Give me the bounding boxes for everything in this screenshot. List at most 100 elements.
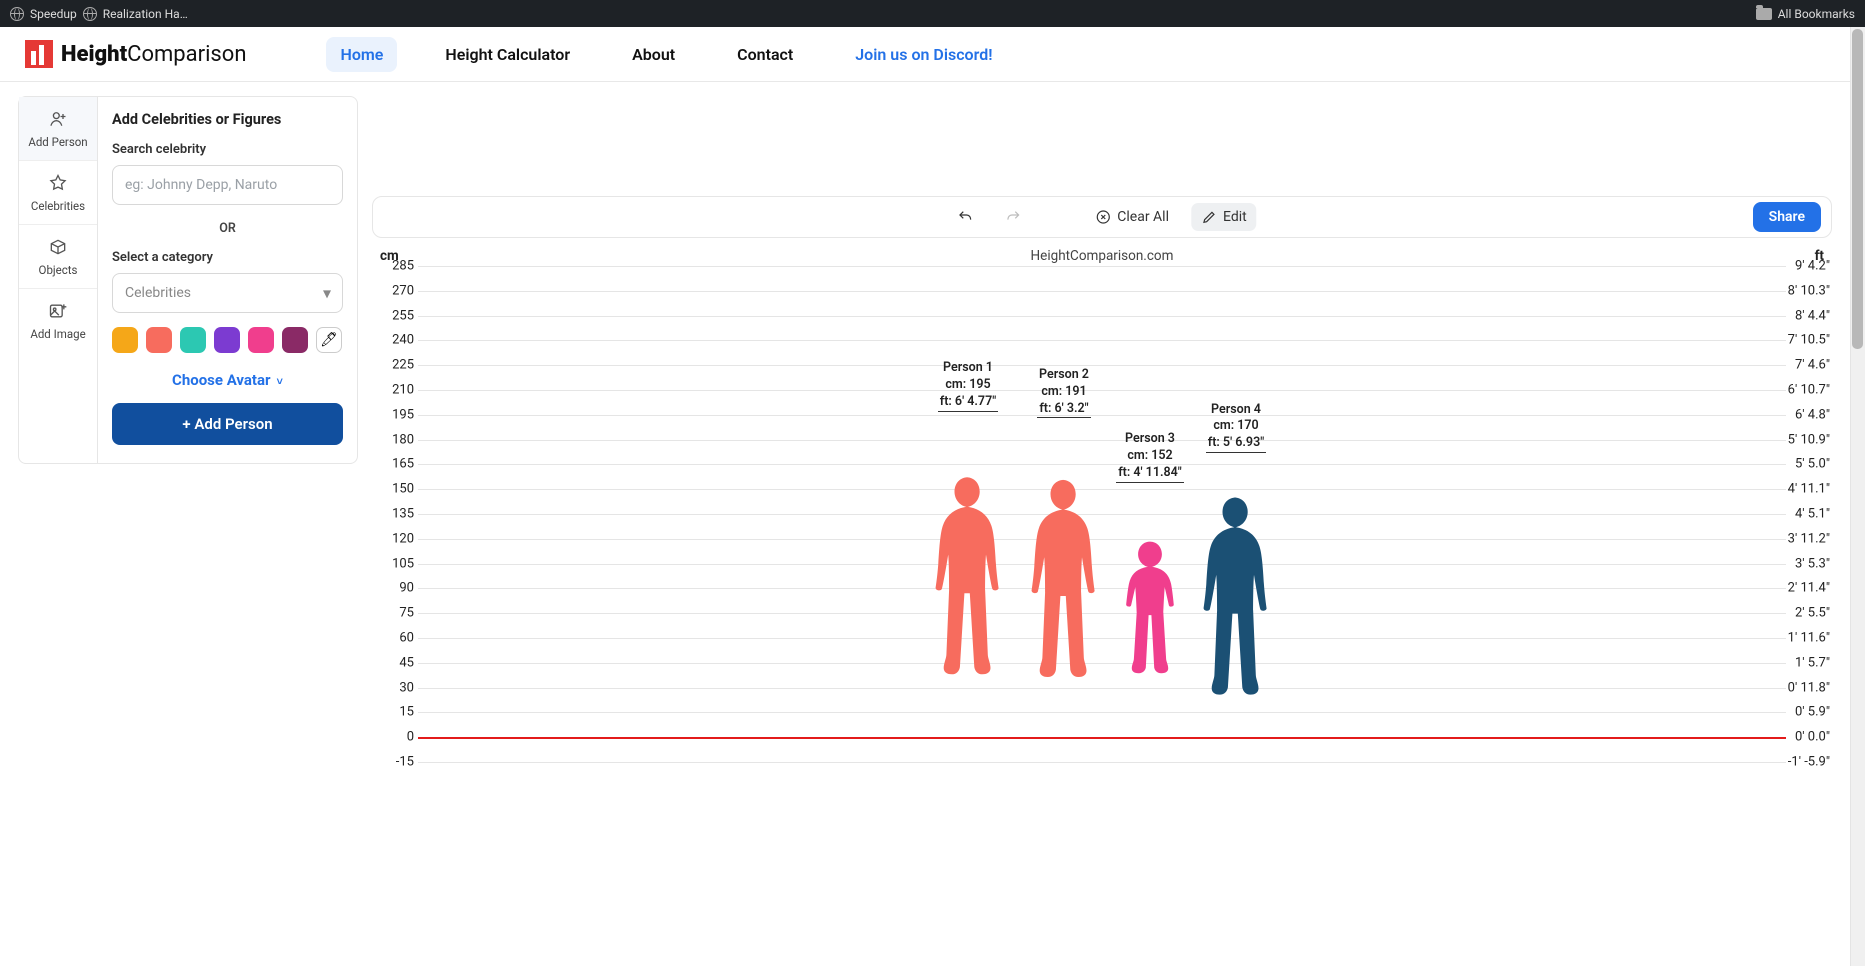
search-label: Search celebrity (112, 142, 343, 157)
clear-icon (1095, 209, 1111, 225)
chevron-down-icon: ˅ (277, 375, 283, 388)
nav-about[interactable]: About (618, 37, 689, 72)
tick-cm: 255 (378, 308, 414, 323)
bookmark-realization[interactable]: Realization Ha… (83, 7, 188, 21)
tick-cm: 225 (378, 358, 414, 373)
nav-contact[interactable]: Contact (723, 37, 807, 72)
baseline (418, 737, 1786, 739)
tick-ft: 9' 4.2" (1786, 259, 1830, 274)
tick-cm: 15 (378, 705, 414, 720)
all-bookmarks[interactable]: All Bookmarks (1756, 7, 1855, 21)
tick-cm: 180 (378, 432, 414, 447)
clear-all-label: Clear All (1117, 209, 1169, 225)
redo-icon (1005, 209, 1021, 225)
scrollbar-track[interactable] (1850, 27, 1865, 966)
redo-button (995, 203, 1031, 231)
clear-all-button[interactable]: Clear All (1085, 203, 1179, 231)
tick-cm: -15 (378, 755, 414, 770)
rail-label: Celebrities (31, 199, 85, 213)
cube-icon (48, 237, 68, 257)
nav-home[interactable]: Home (326, 37, 397, 72)
search-input[interactable] (112, 165, 343, 205)
tick-ft: 8' 4.4" (1786, 308, 1830, 323)
person-name: Person 2 (1004, 367, 1124, 384)
tick-cm: 285 (378, 259, 414, 274)
rail-objects[interactable]: Objects (19, 225, 97, 289)
height-chart: cm ft HeightComparison.com 2859' 4.2"270… (372, 242, 1832, 762)
person-labels: Person 2cm: 191ft: 6' 3.2" (1004, 367, 1124, 419)
person-labels: Person 4cm: 170ft: 5' 6.93" (1176, 402, 1296, 454)
share-button[interactable]: Share (1753, 202, 1821, 232)
nav-height-calculator[interactable]: Height Calculator (431, 37, 584, 72)
tick-ft: 0' 5.9" (1786, 705, 1830, 720)
silhouette-icon (1191, 456, 1281, 737)
tick-ft: 4' 5.1" (1786, 507, 1830, 522)
tick-cm: 165 (378, 457, 414, 472)
person-figure[interactable]: Person 3cm: 152ft: 4' 11.84" (1115, 486, 1185, 737)
bookmark-label: Speedup (30, 7, 77, 21)
panel-title: Add Celebrities or Figures (112, 111, 343, 128)
tick-ft: 5' 10.9" (1786, 432, 1830, 447)
logo-icon (25, 40, 53, 68)
tick-ft: 2' 5.5" (1786, 606, 1830, 621)
rail-label: Objects (39, 263, 78, 277)
tool-rail: Add Person Celebrities Objects Add Image (18, 96, 98, 464)
person-ft: ft: 4' 11.84" (1116, 465, 1184, 483)
main-nav: Home Height Calculator About Contact Joi… (326, 37, 1006, 72)
globe-icon (10, 7, 24, 21)
category-select[interactable]: Celebrities (112, 273, 343, 313)
nav-discord[interactable]: Join us on Discord! (841, 37, 1006, 72)
rail-label: Add Person (28, 135, 87, 149)
person-ft: ft: 5' 6.93" (1206, 435, 1266, 453)
rail-add-person[interactable]: Add Person (19, 97, 97, 161)
figures-row: Person 1cm: 195ft: 6' 4.77"Person 2cm: 1… (923, 415, 1281, 737)
person-figure[interactable]: Person 1cm: 195ft: 6' 4.77" (923, 415, 1013, 737)
person-cm: cm: 170 (1176, 418, 1296, 435)
bookmark-speedup[interactable]: Speedup (10, 7, 77, 21)
color-swatch[interactable] (180, 327, 206, 353)
chart-toolbar: Clear All Edit Share (372, 196, 1832, 238)
silhouette-icon (923, 415, 1013, 737)
globe-icon (83, 7, 97, 21)
tick-cm: 30 (378, 680, 414, 695)
scrollbar-thumb[interactable] (1852, 29, 1863, 349)
color-swatch[interactable] (248, 327, 274, 353)
tick-ft: 6' 10.7" (1786, 383, 1830, 398)
tick-cm: 135 (378, 507, 414, 522)
gridline (418, 340, 1786, 341)
star-icon (48, 173, 68, 193)
edit-button[interactable]: Edit (1191, 203, 1257, 231)
rail-add-image[interactable]: Add Image (19, 289, 97, 353)
gridline (418, 291, 1786, 292)
tick-cm: 75 (378, 606, 414, 621)
person-name: Person 4 (1176, 402, 1296, 419)
undo-icon (957, 209, 973, 225)
person-figure[interactable]: Person 4cm: 170ft: 5' 6.93" (1191, 456, 1281, 737)
silhouette-icon (1115, 486, 1185, 737)
edit-label: Edit (1223, 209, 1247, 225)
tick-cm: 195 (378, 407, 414, 422)
color-picker-button[interactable]: 🖊 (316, 327, 342, 353)
tick-cm: 0 (378, 730, 414, 745)
tick-ft: 6' 4.8" (1786, 407, 1830, 422)
tick-ft: 0' 0.0" (1786, 730, 1830, 745)
color-swatch[interactable] (112, 327, 138, 353)
folder-icon (1756, 8, 1772, 20)
tick-ft: 8' 10.3" (1786, 283, 1830, 298)
chart-watermark: HeightComparison.com (1031, 248, 1174, 264)
tick-cm: 270 (378, 283, 414, 298)
choose-avatar-link[interactable]: Choose Avatar˅ (112, 371, 343, 389)
add-person-button[interactable]: + Add Person (112, 403, 343, 445)
color-swatch[interactable] (146, 327, 172, 353)
tick-cm: 105 (378, 556, 414, 571)
color-swatch[interactable] (282, 327, 308, 353)
tick-cm: 150 (378, 482, 414, 497)
rail-celebrities[interactable]: Celebrities (19, 161, 97, 225)
undo-button[interactable] (947, 203, 983, 231)
gridline (418, 316, 1786, 317)
all-bookmarks-label: All Bookmarks (1778, 7, 1855, 21)
tick-ft: 3' 11.2" (1786, 531, 1830, 546)
color-swatch[interactable] (214, 327, 240, 353)
browser-bookmarks-bar: Speedup Realization Ha… All Bookmarks (0, 0, 1865, 27)
site-logo[interactable]: HeightComparison (25, 40, 246, 68)
